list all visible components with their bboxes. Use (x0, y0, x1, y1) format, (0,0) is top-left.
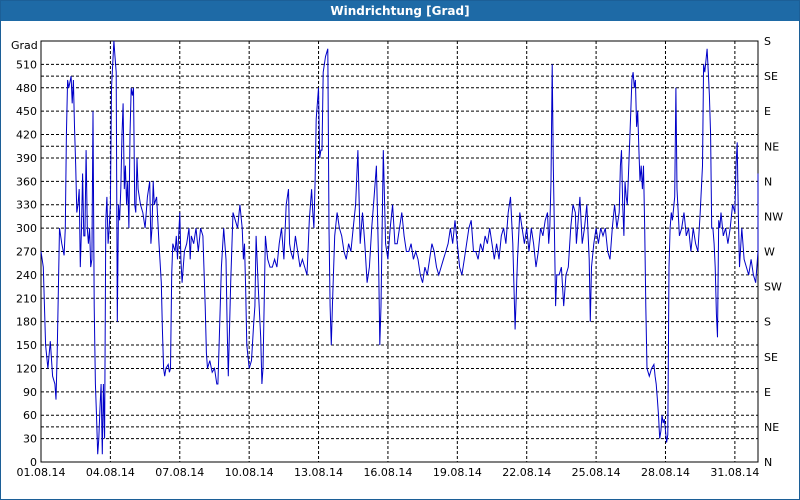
compass-tick-label: N (764, 456, 772, 469)
y-tick-label: 480 (16, 82, 37, 95)
y-tick-label: 120 (16, 362, 37, 375)
x-tick-label: 01.08.14 (17, 466, 66, 479)
compass-tick-label: NW (764, 210, 783, 223)
x-tick-label: 25.08.14 (572, 466, 621, 479)
compass-tick-label: W (764, 246, 775, 259)
y-tick-label: 270 (16, 246, 37, 259)
compass-tick-label: N (764, 175, 772, 188)
window-title: Windrichtung [Grad] (1, 1, 799, 21)
x-tick-label: 10.08.14 (225, 466, 274, 479)
x-tick-label: 22.08.14 (502, 466, 551, 479)
grid (40, 40, 759, 463)
y-tick-label: 150 (16, 339, 37, 352)
x-tick-label: 07.08.14 (155, 466, 204, 479)
y-tick-label: 450 (16, 105, 37, 118)
y-axis-label: Grad (11, 39, 38, 52)
y-tick-label: 90 (23, 386, 37, 399)
x-tick-label: 28.08.14 (641, 466, 690, 479)
y-tick-label: 240 (16, 269, 37, 282)
compass-tick-label: NE (764, 140, 779, 153)
y-tick-label: 420 (16, 129, 37, 142)
compass-tick-label: E (764, 105, 771, 118)
compass-tick-label: SE (764, 351, 778, 364)
compass-tick-label: SW (764, 281, 782, 294)
x-tick-label: 13.08.14 (294, 466, 343, 479)
y-tick-label: 330 (16, 199, 37, 212)
x-tick-label: 04.08.14 (86, 466, 135, 479)
y-tick-label: 300 (16, 222, 37, 235)
compass-tick-label: S (764, 35, 771, 48)
x-tick-label: 19.08.14 (433, 466, 482, 479)
y-tick-label: 60 (23, 409, 37, 422)
y-tick-label: 30 (23, 433, 37, 446)
y-tick-label: 210 (16, 292, 37, 305)
compass-tick-label: E (764, 386, 771, 399)
compass-tick-label: NE (764, 421, 779, 434)
y-tick-label: 180 (16, 316, 37, 329)
axis-labels: 0306090120150180210240270300330360390420… (11, 35, 783, 479)
compass-tick-label: SE (764, 70, 778, 83)
compass-tick-label: S (764, 316, 771, 329)
y-tick-label: 390 (16, 152, 37, 165)
line-chart: 0306090120150180210240270300330360390420… (11, 35, 783, 479)
x-tick-label: 16.08.14 (363, 466, 412, 479)
chart-window: Windrichtung [Grad] 0 30 60 90 120 150 180 210 2… (0, 0, 800, 500)
y-tick-label: 360 (16, 175, 37, 188)
y-tick-label: 510 (16, 58, 37, 71)
x-tick-label: 31.08.14 (710, 466, 759, 479)
